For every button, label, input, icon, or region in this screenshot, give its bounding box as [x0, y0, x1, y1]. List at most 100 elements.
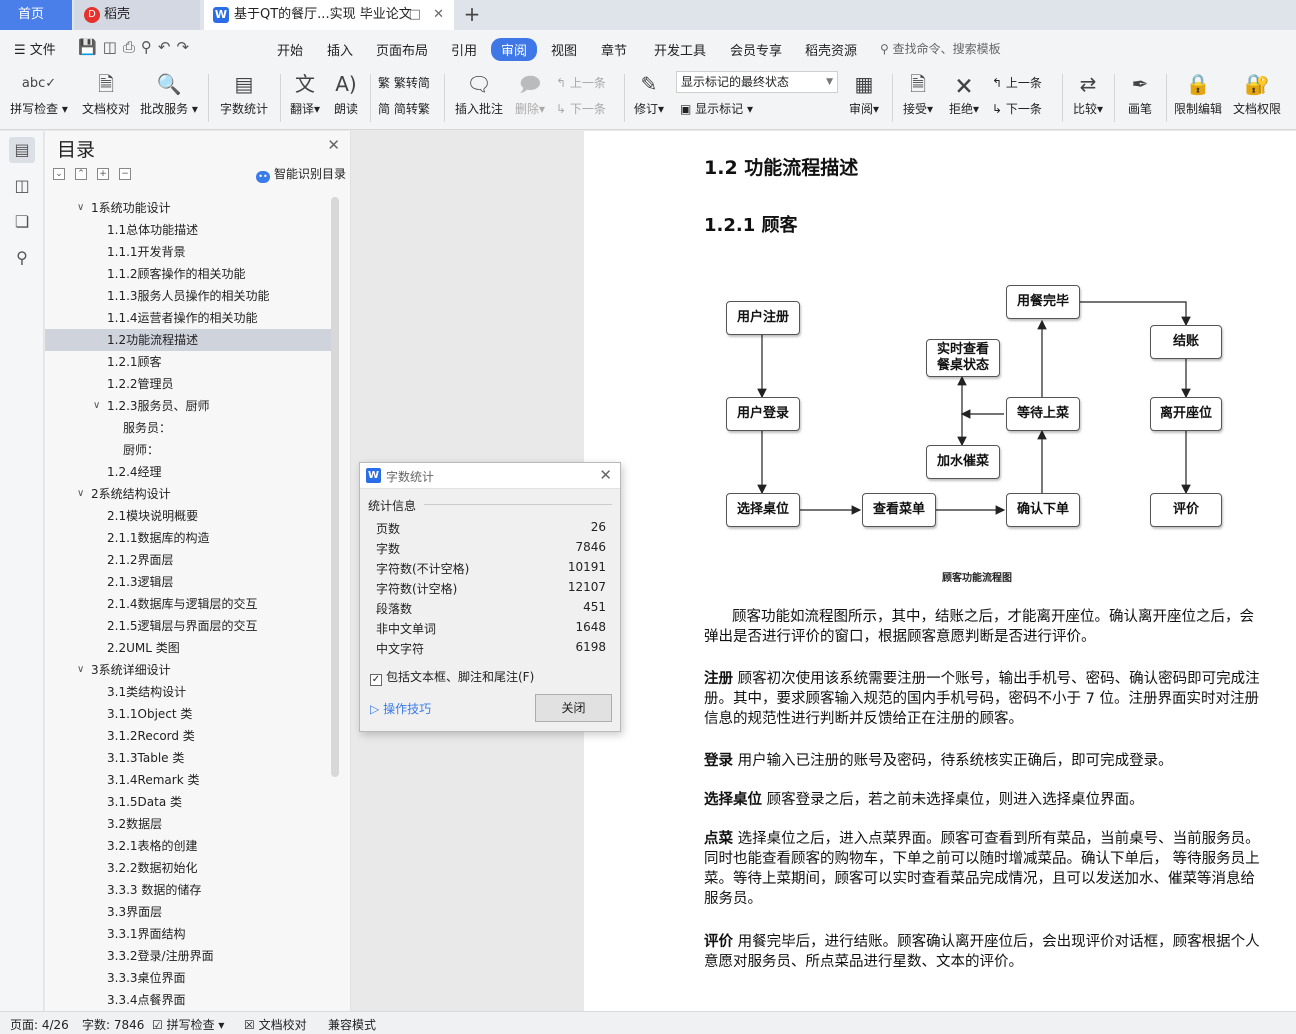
toc-item[interactable]: 3.3.3桌位界面	[45, 967, 331, 989]
export-icon[interactable]: ◫	[103, 38, 123, 56]
page-indicator[interactable]: 页面: 4/26	[10, 1016, 69, 1033]
toc-item[interactable]: 1.2.2管理员	[45, 373, 331, 395]
spell-check-button[interactable]: abc✓ 拼写检查 ▾	[8, 66, 70, 130]
toc-item[interactable]: 1.1.1开发背景	[45, 241, 331, 263]
redo-icon[interactable]: ↷	[176, 38, 195, 56]
toc-item[interactable]: 3.3.1界面结构	[45, 923, 331, 945]
doc-permission-button[interactable]: 🔐 文档权限	[1230, 66, 1284, 130]
print-icon[interactable]: ⎙	[123, 38, 141, 56]
toc-item[interactable]: 1.2.4经理	[45, 461, 331, 483]
toc-item[interactable]: ∨ 1.2.3服务员、厨师	[45, 395, 331, 417]
compare-button[interactable]: ⇄ 比较▾	[1068, 66, 1108, 130]
toc-scrollbar[interactable]	[331, 197, 339, 777]
toc-item[interactable]: 3.3.2登录/注册界面	[45, 945, 331, 967]
toc-item[interactable]: ∨ 1系统功能设计	[45, 197, 331, 219]
chevron-down-icon[interactable]: ∨	[93, 395, 100, 417]
toc-item[interactable]: 服务员：	[45, 417, 331, 439]
menu-member[interactable]: 会员专享	[730, 40, 782, 59]
toc-item[interactable]: 2.1.5逻辑层与界面层的交互	[45, 615, 331, 637]
toc-item[interactable]: 2.1.3逻辑层	[45, 571, 331, 593]
toc-item[interactable]: 3.1类结构设计	[45, 681, 331, 703]
collapse-all-icon[interactable]: ⌄	[53, 168, 65, 180]
menu-insert[interactable]: 插入	[327, 40, 353, 59]
toc-item[interactable]: 2.2UML 类图	[45, 637, 331, 659]
toc-item[interactable]: ∨ 3系统详细设计	[45, 659, 331, 681]
menu-start[interactable]: 开始	[277, 40, 303, 59]
status-doc-proof[interactable]: ☒ 文档校对	[244, 1016, 307, 1033]
dialog-titlebar[interactable]: W 字数统计 ✕	[360, 463, 620, 489]
command-search[interactable]: ⚲ 查找命令、搜索模板	[880, 40, 1001, 57]
search-icon[interactable]: ⚲	[9, 245, 35, 271]
file-menu[interactable]: ☰ 文件	[14, 39, 56, 58]
toc-item[interactable]: 1.1.3服务人员操作的相关功能	[45, 285, 331, 307]
menu-daoke-resources[interactable]: 稻壳资源	[805, 40, 857, 59]
toc-item[interactable]: 1.2功能流程描述	[45, 329, 331, 351]
reject-button[interactable]: 🗙 拒绝▾	[944, 66, 984, 130]
document-page[interactable]: 1.2 功能流程描述 1.2.1 顾客 用户注册 用户登录 选择桌位 查看菜单 …	[584, 131, 1296, 1011]
tab-document[interactable]: W 基于QT的餐厅...实现 毕业论文 □ ✕	[204, 0, 454, 30]
tab-window-icon[interactable]: □	[409, 7, 421, 22]
toc-item[interactable]: 3.3.3 数据的储存	[45, 879, 331, 901]
pen-button[interactable]: ✒ 画笔	[1120, 66, 1160, 130]
toc-item[interactable]: 2.1.4数据库与逻辑层的交互	[45, 593, 331, 615]
menu-developer[interactable]: 开发工具	[654, 40, 706, 59]
toc-item[interactable]: 1.1.2顾客操作的相关功能	[45, 263, 331, 285]
toc-item[interactable]: 1.1.4运营者操作的相关功能	[45, 307, 331, 329]
chevron-down-icon[interactable]: ∨	[77, 197, 84, 219]
menu-review[interactable]: 审阅	[491, 38, 538, 61]
delete-comment-button[interactable]: 🗩 删除▾	[510, 66, 550, 130]
tips-link[interactable]: ▷ 操作技巧	[370, 700, 431, 717]
print-preview-icon[interactable]: ⚲	[141, 38, 158, 56]
toc-item[interactable]: 3.1.4Remark 类	[45, 769, 331, 791]
bookmark-icon[interactable]: ❏	[9, 209, 35, 235]
simp-to-trad-button[interactable]: 简 简转繁	[378, 100, 430, 117]
show-markup-button[interactable]: ▣ 显示标记 ▾	[680, 100, 753, 117]
toc-item[interactable]: 2.1.2界面层	[45, 549, 331, 571]
review-pane-button[interactable]: ▦ 审阅▾	[844, 66, 884, 130]
close-icon[interactable]: ✕	[599, 466, 612, 484]
toc-item[interactable]: 3.3.4点餐界面	[45, 989, 331, 1011]
toc-item[interactable]: 3.2.2数据初始化	[45, 857, 331, 879]
toc-item[interactable]: 3.3界面层	[45, 901, 331, 923]
toc-item[interactable]: 1.2.1顾客	[45, 351, 331, 373]
doc-proof-button[interactable]: 🗎 文档校对	[78, 66, 134, 130]
menu-references[interactable]: 引用	[451, 40, 477, 59]
close-icon[interactable]: ✕	[327, 136, 340, 154]
word-count-indicator[interactable]: 字数: 7846	[82, 1016, 144, 1033]
chapter-nav-icon[interactable]: ◫	[9, 173, 35, 199]
toc-item[interactable]: 3.1.3Table 类	[45, 747, 331, 769]
include-textbox-checkbox[interactable]: ✓ 包括文本框、脚注和尾注(F)	[370, 668, 534, 686]
tab-home[interactable]: 首页	[0, 0, 72, 30]
menu-chapter[interactable]: 章节	[601, 40, 627, 59]
next-change-button[interactable]: ↳ 下一条	[992, 100, 1042, 117]
next-comment-button[interactable]: ↳ 下一条	[556, 100, 606, 117]
status-spell-check[interactable]: ☑ 拼写检查 ▾	[152, 1016, 224, 1033]
toc-item[interactable]: 2.1模块说明概要	[45, 505, 331, 527]
toc-item[interactable]: 厨师：	[45, 439, 331, 461]
word-count-button[interactable]: ▤ 字数统计	[216, 66, 272, 130]
restrict-edit-button[interactable]: 🔒 限制编辑	[1170, 66, 1226, 130]
toc-item[interactable]: 3.1.1Object 类	[45, 703, 331, 725]
expand-up-icon[interactable]: ⌃	[75, 168, 87, 180]
toc-item[interactable]: 3.1.5Data 类	[45, 791, 331, 813]
accept-button[interactable]: 🗎 接受▾	[898, 66, 938, 130]
toc-item[interactable]: 3.2数据层	[45, 813, 331, 835]
toc-panel-icon[interactable]: ▤	[9, 137, 35, 163]
collapse-minus-icon[interactable]: −	[119, 168, 131, 180]
correction-service-button[interactable]: 🔍 批改服务 ▾	[138, 66, 200, 130]
chevron-down-icon[interactable]: ∨	[77, 659, 84, 681]
toc-item[interactable]: 3.1.2Record 类	[45, 725, 331, 747]
new-tab-button[interactable]: +	[460, 0, 484, 30]
tab-daoke[interactable]: D 稻壳	[74, 0, 200, 30]
trad-to-simp-button[interactable]: 繁 繁转简	[378, 74, 430, 91]
prev-change-button[interactable]: ↰ 上一条	[992, 74, 1042, 91]
undo-icon[interactable]: ↶	[158, 38, 177, 56]
track-changes-button[interactable]: ✎ 修订▾	[630, 66, 668, 130]
insert-comment-button[interactable]: 🗨 插入批注	[450, 66, 508, 130]
toc-item[interactable]: 2.1.1数据库的构造	[45, 527, 331, 549]
read-aloud-button[interactable]: A) 朗读	[328, 66, 364, 130]
expand-plus-icon[interactable]: +	[97, 168, 109, 180]
prev-comment-button[interactable]: ↰ 上一条	[556, 74, 606, 91]
tab-close-icon[interactable]: ✕	[433, 7, 444, 22]
toc-item[interactable]: 1.1总体功能描述	[45, 219, 331, 241]
